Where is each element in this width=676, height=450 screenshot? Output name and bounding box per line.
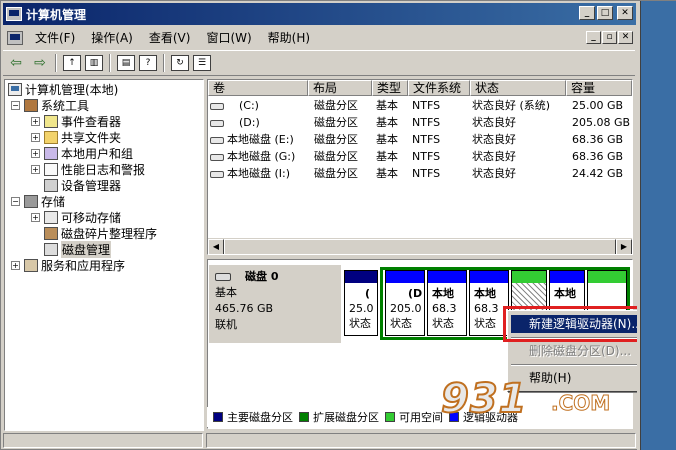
toolbar-separator xyxy=(55,54,57,72)
table-row[interactable]: (C:) 磁盘分区 基本 NTFS 状态良好 (系统) 25.00 GB xyxy=(208,97,632,114)
tree-node-perf-logs[interactable]: + 性能日志和警报 xyxy=(31,161,145,177)
maximize-button[interactable]: □ xyxy=(597,6,613,20)
mdi-minimize-button[interactable]: _ xyxy=(586,31,601,44)
shared-folder-icon xyxy=(44,130,58,144)
defrag-icon xyxy=(44,226,58,240)
column-header-volume[interactable]: 卷 xyxy=(208,80,308,96)
refresh-icon[interactable]: ↻ xyxy=(171,55,189,71)
back-arrow-icon[interactable]: ⇦ xyxy=(5,53,27,73)
tree-node-services[interactable]: + 服务和应用程序 xyxy=(11,257,125,273)
scroll-right-icon[interactable]: ▶ xyxy=(616,239,632,254)
performance-log-icon xyxy=(44,162,58,176)
window-title: 计算机管理 xyxy=(26,7,87,22)
tree-node-disk-management[interactable]: 磁盘管理 xyxy=(44,240,112,258)
hard-disk-icon xyxy=(215,273,231,281)
up-folder-icon[interactable]: ↑ xyxy=(63,55,81,71)
legend-item-primary: 主要磁盘分区 xyxy=(213,409,293,425)
column-header-layout[interactable]: 布局 xyxy=(308,80,372,96)
volume-icon xyxy=(210,153,224,161)
tree-node-shared-folders[interactable]: + 共享文件夹 xyxy=(31,129,121,145)
properties-icon[interactable]: ▤ xyxy=(117,55,135,71)
expand-toggle[interactable]: + xyxy=(11,260,20,270)
volume-list: 卷 布局 类型 文件系统 状态 容量 (C:) 磁盘分区 基本 NTFS 状态良… xyxy=(207,79,633,255)
disk-info-panel[interactable]: 磁盘 0 基本 465.76 GB 联机 xyxy=(209,265,341,343)
forward-arrow-icon[interactable]: ⇨ xyxy=(29,53,51,73)
mdi-close-button[interactable]: ✕ xyxy=(618,31,633,44)
menu-file[interactable]: 文件(F) xyxy=(27,28,83,48)
tree-node-local-users[interactable]: + 本地用户和组 xyxy=(31,145,133,161)
tree-node-storage[interactable]: − 存储 xyxy=(11,193,65,209)
column-header-type[interactable]: 类型 xyxy=(372,80,408,96)
column-header-status[interactable]: 状态 xyxy=(470,80,566,96)
services-icon xyxy=(24,258,38,272)
tree-node-system-tools[interactable]: − 系统工具 xyxy=(11,97,89,113)
help-icon[interactable]: ? xyxy=(139,55,157,71)
collapse-toggle[interactable]: − xyxy=(11,100,20,110)
volume-icon xyxy=(210,102,224,110)
close-button[interactable]: ✕ xyxy=(617,6,633,20)
computer-management-window: 计算机管理 _ □ ✕ 文件(F) 操作(A) 查看(V) 窗口(W) 帮助(H… xyxy=(0,0,676,450)
tree-node-removable[interactable]: + 可移动存储 xyxy=(31,209,121,225)
partition-c[interactable]: (25.0 状态 xyxy=(344,270,378,336)
volume-icon xyxy=(210,119,224,127)
disk-management-icon xyxy=(44,242,58,256)
tree-node-root[interactable]: 计算机管理(本地) xyxy=(8,81,118,97)
status-pane-left xyxy=(3,433,203,448)
scroll-left-icon[interactable]: ◀ xyxy=(208,239,224,254)
console-tree: 计算机管理(本地) − 系统工具 + 事件查看器 + 共享文件夹 + 本地用户和… xyxy=(4,79,204,431)
storage-icon xyxy=(24,194,38,208)
title-bar[interactable]: 计算机管理 _ □ ✕ xyxy=(3,3,636,25)
desktop-background xyxy=(637,1,676,450)
expand-toggle[interactable]: + xyxy=(31,164,40,174)
expand-toggle[interactable]: + xyxy=(31,132,40,142)
menu-help[interactable]: 帮助(H) xyxy=(260,28,318,48)
legend-item-free: 可用空间 xyxy=(385,409,443,425)
tree-node-device-manager[interactable]: 设备管理器 xyxy=(44,177,121,193)
toolbar: ⇦ ⇨ ↑ ▥ ▤ ? ↻ ☰ xyxy=(3,50,635,76)
list-view-icon[interactable]: ☰ xyxy=(193,55,211,71)
partition-e[interactable]: 本地 68.3 状态 xyxy=(427,270,467,336)
mmc-doc-icon[interactable] xyxy=(7,31,23,45)
column-header-capacity[interactable]: 容量 xyxy=(566,80,632,96)
system-tools-icon xyxy=(24,98,38,112)
status-pane-main xyxy=(206,433,636,448)
volume-icon xyxy=(210,136,224,144)
toolbar-separator xyxy=(163,54,165,72)
volume-icon xyxy=(210,170,224,178)
horizontal-scrollbar[interactable]: ◀ ▶ xyxy=(208,238,632,254)
table-row[interactable]: (D:) 磁盘分区 基本 NTFS 状态良好 205.08 GB xyxy=(208,114,632,131)
tree-node-event-viewer[interactable]: + 事件查看器 xyxy=(31,113,121,129)
minimize-button[interactable]: _ xyxy=(579,6,595,20)
menu-action[interactable]: 操作(A) xyxy=(83,28,141,48)
column-header-filesystem[interactable]: 文件系统 xyxy=(408,80,470,96)
collapse-toggle[interactable]: − xyxy=(11,196,20,206)
expand-toggle[interactable]: + xyxy=(31,148,40,158)
computer-icon xyxy=(8,82,22,96)
table-row[interactable]: 本地磁盘 (G:) 磁盘分区 基本 NTFS 状态良好 68.36 GB xyxy=(208,148,632,165)
show-tree-icon[interactable]: ▥ xyxy=(85,55,103,71)
menu-bar: 文件(F) 操作(A) 查看(V) 窗口(W) 帮助(H) _ ▫ ✕ xyxy=(3,27,635,49)
tree-node-defrag[interactable]: 磁盘碎片整理程序 xyxy=(44,225,157,241)
computer-management-icon xyxy=(6,7,22,21)
device-manager-icon xyxy=(44,178,58,192)
legend-item-extended: 扩展磁盘分区 xyxy=(299,409,379,425)
expand-toggle[interactable]: + xyxy=(31,212,40,222)
status-bar xyxy=(3,432,675,449)
scroll-thumb[interactable] xyxy=(224,239,616,254)
event-viewer-icon xyxy=(44,114,58,128)
removable-storage-icon xyxy=(44,210,58,224)
menu-view[interactable]: 查看(V) xyxy=(141,28,199,48)
expand-toggle[interactable]: + xyxy=(31,116,40,126)
menu-window[interactable]: 窗口(W) xyxy=(198,28,259,48)
site-watermark: 931 .COM xyxy=(440,375,611,423)
partition-d[interactable]: (D 205.0 状态 xyxy=(385,270,425,336)
toolbar-separator xyxy=(109,54,111,72)
table-row[interactable]: 本地磁盘 (I:) 磁盘分区 基本 NTFS 状态良好 24.42 GB xyxy=(208,165,632,182)
users-icon xyxy=(44,146,58,160)
mdi-restore-button[interactable]: ▫ xyxy=(602,31,617,44)
table-row[interactable]: 本地磁盘 (E:) 磁盘分区 基本 NTFS 状态良好 68.36 GB xyxy=(208,131,632,148)
